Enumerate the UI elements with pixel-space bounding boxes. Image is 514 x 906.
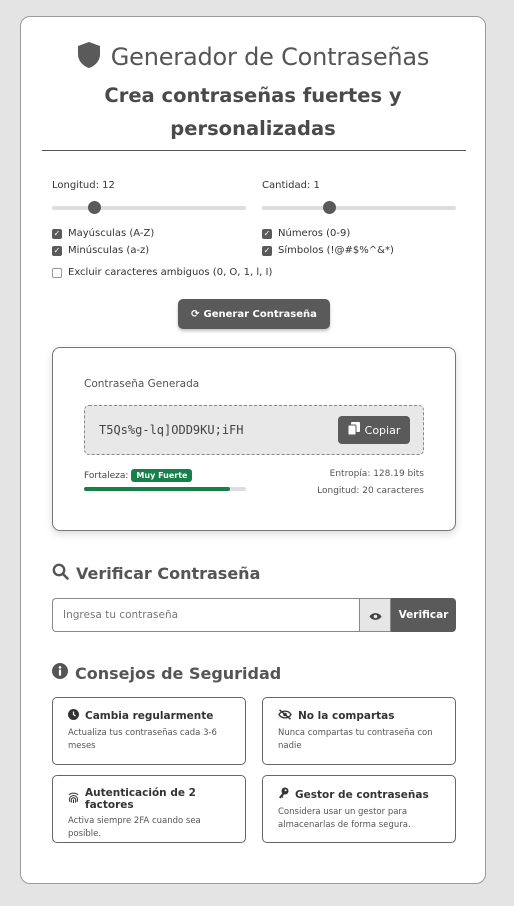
password-display[interactable]: T5Qs%g-lq]ODD9KU;iFH Copiar	[84, 405, 424, 455]
tip-card: Cambia regularmente Actualiza tus contra…	[52, 697, 246, 765]
check-icon[interactable]: ✓	[262, 245, 272, 256]
quantity-slider-thumb[interactable]	[323, 201, 336, 214]
info-icon	[52, 663, 68, 683]
header-divider	[42, 150, 466, 151]
generator-card: Generador de Contraseñas Crea contraseña…	[20, 16, 486, 884]
verify-form: Ingresa tu contraseña Verificar	[52, 598, 456, 632]
generate-button[interactable]: ⟳ Generar Contraseña	[178, 299, 330, 329]
copy-icon	[347, 422, 360, 438]
check-icon[interactable]: ✓	[52, 228, 62, 239]
tip-card: No la compartas Nunca compartas tu contr…	[262, 697, 456, 765]
uppercase-checkbox[interactable]: ✓ Mayúsculas (A-Z)	[52, 228, 154, 239]
symbols-checkbox[interactable]: ✓ Símbolos (!@#$%^&*)	[262, 245, 394, 256]
quantity-label: Cantidad: 1	[262, 180, 320, 191]
strength-row: Fortaleza: Muy Fuerte	[84, 469, 193, 482]
check-icon[interactable]: ✓	[52, 245, 62, 256]
length-label: Longitud: 12	[52, 180, 115, 191]
fingerprint-icon	[68, 792, 79, 807]
search-icon	[52, 563, 69, 584]
tip-card: Gestor de contraseñas Considera usar un …	[262, 775, 456, 843]
verify-button[interactable]: Verificar	[391, 598, 456, 632]
length-slider[interactable]	[52, 201, 246, 214]
eye-slash-icon	[278, 709, 292, 723]
page-title: Generador de Contraseñas	[110, 43, 430, 71]
header: Generador de Contraseñas Crea contraseña…	[21, 17, 485, 145]
entropy-text: Entropía: 128.19 bits	[329, 469, 424, 479]
result-panel: Contraseña Generada T5Qs%g-lq]ODD9KU;iFH…	[52, 347, 456, 531]
key-icon	[278, 787, 289, 802]
strength-badge: Muy Fuerte	[131, 469, 193, 482]
tip-card: Autenticación de 2 factores Activa siemp…	[52, 775, 246, 843]
refresh-icon: ⟳	[191, 308, 200, 320]
clock-icon	[68, 709, 79, 723]
shield-icon	[77, 41, 101, 73]
numbers-checkbox[interactable]: ✓ Números (0-9)	[262, 228, 350, 239]
page-subtitle: Crea contraseñas fuertes y personalizada…	[104, 84, 402, 140]
result-label: Contraseña Generada	[84, 378, 200, 390]
strength-bar-fill	[84, 487, 230, 491]
quantity-slider[interactable]	[262, 201, 456, 214]
exclude-ambiguous-checkbox[interactable]: Excluir caracteres ambiguos (0, O, 1, l,…	[52, 267, 272, 278]
verify-password-input[interactable]: Ingresa tu contraseña	[52, 598, 359, 632]
lowercase-checkbox[interactable]: ✓ Minúsculas (a-z)	[52, 245, 149, 256]
check-icon[interactable]: ✓	[262, 228, 272, 239]
tips-heading: Consejos de Seguridad	[52, 663, 281, 683]
strength-bar	[84, 487, 246, 491]
copy-button[interactable]: Copiar	[338, 416, 410, 444]
checkbox-empty-icon[interactable]	[52, 267, 62, 278]
verify-heading: Verificar Contraseña	[52, 563, 260, 584]
length-text: Longitud: 20 caracteres	[317, 486, 424, 496]
eye-icon	[369, 606, 382, 625]
toggle-visibility-button[interactable]	[359, 598, 391, 632]
length-slider-thumb[interactable]	[88, 201, 101, 214]
generated-password[interactable]: T5Qs%g-lq]ODD9KU;iFH	[99, 423, 244, 437]
